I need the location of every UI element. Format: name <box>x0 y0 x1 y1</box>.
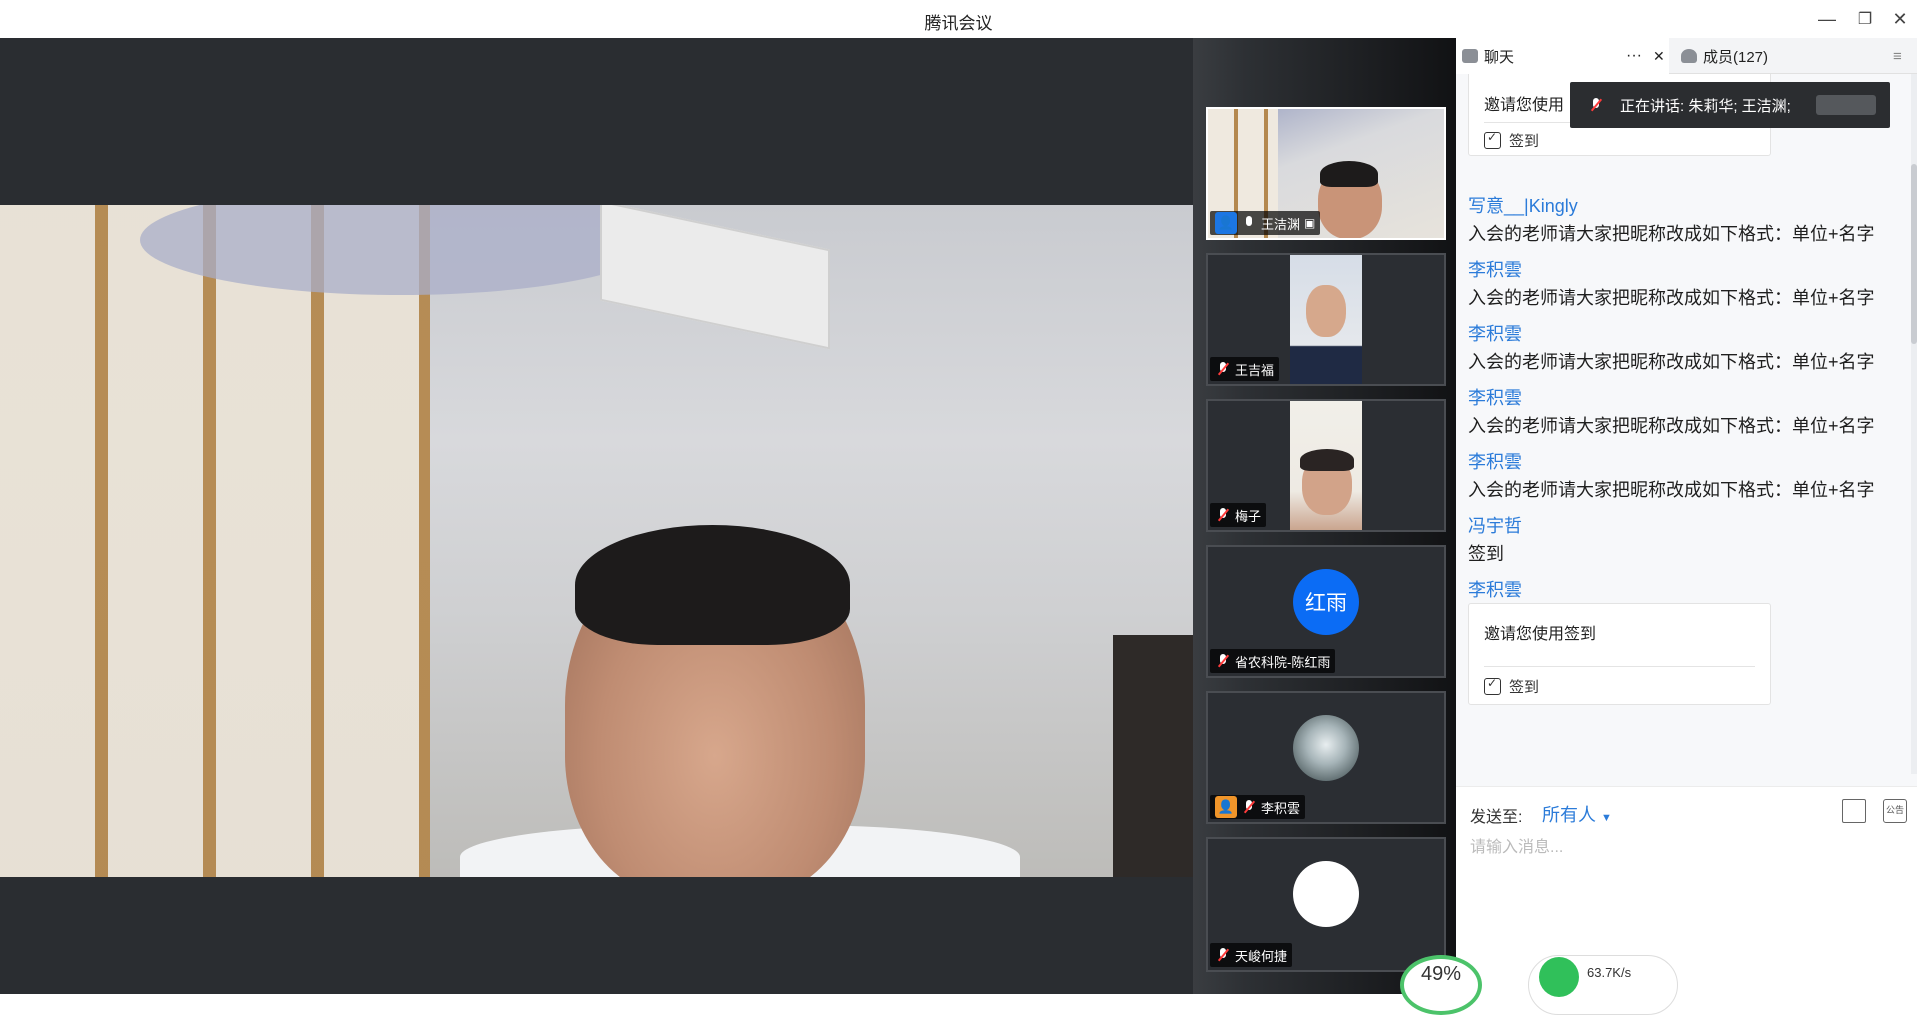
participant-name: 李积雲 <box>1261 800 1301 816</box>
scrollbar-thumb[interactable] <box>1911 164 1917 344</box>
mic-muted-icon <box>1215 653 1231 669</box>
participant-video <box>1290 401 1362 530</box>
message-text: 签到 <box>1468 544 1504 564</box>
cpu-value: 49% <box>1420 962 1462 985</box>
chevron-down-icon: ▼ <box>1601 812 1612 824</box>
participant-name: 省农科院-陈红雨 <box>1235 654 1331 670</box>
message-sender[interactable]: 李积雲 <box>1468 256 1522 282</box>
signin-label: 签到 <box>1509 133 1540 150</box>
participant-namebar: 👤 李积雲 <box>1210 795 1306 819</box>
chat-panel: 聊天 ··· ✕ 成员(127) ≡ 邀请您使用 签到 写意__|Kingly … <box>1456 38 1917 994</box>
recipient-dropdown[interactable]: 所有人 ▼ <box>1542 801 1612 827</box>
signin-button[interactable]: 签到 <box>1484 130 1539 151</box>
tab-members[interactable]: 成员(127) <box>1675 38 1888 74</box>
microphone-icon <box>1241 215 1257 231</box>
checkin-icon <box>1484 676 1501 695</box>
video-tile[interactable]: 红雨 省农科院-陈红雨 <box>1206 545 1446 678</box>
panel-tabs: 聊天 ··· ✕ 成员(127) ≡ <box>1456 38 1917 74</box>
screen-share-icon: ▣ <box>1304 216 1316 230</box>
message-sender[interactable]: 李积雲 <box>1468 576 1522 602</box>
video-tile[interactable]: 天峻何捷 <box>1206 837 1446 972</box>
video-tile[interactable]: 👤 王洁渊 ▣ <box>1206 107 1446 240</box>
cpu-gauge: 49% <box>1400 955 1482 1015</box>
message-composer: 发送至: 所有人 ▼ 公告 请输入消息... <box>1456 786 1917 994</box>
message-text: 入会的老师请大家把昵称改成如下格式：单位+名字 <box>1468 416 1875 436</box>
speaking-indicator: 正在讲话: 朱莉华; 王洁渊; <box>1570 82 1890 128</box>
members-icon <box>1681 49 1697 63</box>
signin-card: 邀请您使用签到 签到 <box>1468 603 1771 705</box>
message-text: 入会的老师请大家把昵称改成如下格式：单位+名字 <box>1468 352 1875 372</box>
tab-chat[interactable]: 聊天 ··· ✕ <box>1456 38 1669 74</box>
close-chat-icon[interactable]: ✕ <box>1653 48 1665 65</box>
participant-name: 王洁渊 <box>1261 216 1301 232</box>
mic-muted-icon <box>1588 97 1604 113</box>
chat-icon <box>1462 49 1478 63</box>
background-door <box>1113 635 1193 877</box>
mic-muted-icon <box>1215 361 1231 377</box>
window-title: 腾讯会议 <box>924 14 993 33</box>
more-icon[interactable]: ··· <box>1626 47 1642 65</box>
restore-icon[interactable]: ❐ <box>1848 4 1882 34</box>
host-icon: 👤 <box>1215 212 1237 234</box>
participant-namebar: 梅子 <box>1210 503 1267 527</box>
message-text: 入会的老师请大家把昵称改成如下格式：单位+名字 <box>1468 224 1875 244</box>
panel-menu-icon[interactable]: ≡ <box>1893 38 1917 74</box>
participant-namebar: 王吉福 <box>1210 357 1280 381</box>
message-text: 入会的老师请大家把昵称改成如下格式：单位+名字 <box>1468 288 1875 308</box>
mic-muted-icon <box>1215 947 1231 963</box>
minimize-icon[interactable]: — <box>1810 4 1844 34</box>
card-text: 邀请您使用 <box>1484 97 1565 114</box>
message-sender[interactable]: 李积雲 <box>1468 384 1522 410</box>
main-video-area[interactable] <box>0 38 1193 994</box>
mic-muted-icon <box>1215 507 1231 523</box>
background-wardrobe <box>0 205 430 877</box>
participant-avatar: 红雨 <box>1293 569 1359 635</box>
card-divider <box>1484 666 1755 667</box>
participant-video <box>1290 255 1362 384</box>
participant-namebar: 👤 王洁渊 ▣ <box>1210 211 1321 235</box>
host-icon: 👤 <box>1215 796 1237 818</box>
network-indicator: 63.7K/s <box>1528 955 1678 1015</box>
chat-scrollbar[interactable] <box>1911 74 1917 774</box>
send-to-label: 发送至: <box>1470 809 1523 826</box>
announcement-icon[interactable]: 公告 <box>1883 799 1907 823</box>
message-sender[interactable]: 李积雲 <box>1468 448 1522 474</box>
signin-button[interactable]: 签到 <box>1484 676 1539 697</box>
video-tile[interactable]: 梅子 <box>1206 399 1446 532</box>
card-text: 邀请您使用签到 <box>1484 626 1597 643</box>
speaker-hair <box>575 525 850 645</box>
tab-members-label: 成员(127) <box>1703 48 1769 66</box>
participant-avatar <box>1293 715 1359 781</box>
recipient-value: 所有人 <box>1542 805 1596 825</box>
participant-name: 天峻何捷 <box>1235 948 1288 964</box>
message-text: 入会的老师请大家把昵称改成如下格式：单位+名字 <box>1468 480 1875 500</box>
wifi-icon <box>1539 957 1579 997</box>
speaker-video <box>0 205 1193 877</box>
message-sender[interactable]: 写意__|Kingly <box>1468 192 1578 218</box>
speaking-text: 正在讲话: 朱莉华; 王洁渊; <box>1620 97 1791 115</box>
message-sender[interactable]: 冯宇哲 <box>1468 512 1522 538</box>
network-speed: 63.7K/s <box>1587 964 1632 980</box>
close-icon[interactable]: ✕ <box>1883 4 1917 34</box>
chat-message-list[interactable]: 邀请您使用 签到 写意__|Kingly 入会的老师请大家把昵称改成如下格式：单… <box>1456 74 1917 786</box>
tab-chat-label: 聊天 <box>1484 48 1515 66</box>
participant-avatar <box>1293 861 1359 927</box>
participant-name: 梅子 <box>1235 508 1262 524</box>
message-input[interactable]: 请输入消息... <box>1470 833 1563 857</box>
message-sender[interactable]: 李积雲 <box>1468 320 1522 346</box>
signin-label: 签到 <box>1509 679 1540 696</box>
ceiling-vent <box>600 205 830 350</box>
participant-namebar: 天峻何捷 <box>1210 943 1293 967</box>
video-tile[interactable]: 👤 李积雲 <box>1206 691 1446 824</box>
file-icon[interactable] <box>1842 799 1866 823</box>
participant-name: 王吉福 <box>1235 362 1275 378</box>
mic-muted-icon <box>1241 799 1257 815</box>
checkin-icon <box>1484 130 1501 149</box>
participant-namebar: 省农科院-陈红雨 <box>1210 649 1336 673</box>
blurred-names <box>1816 95 1876 115</box>
title-bar: 腾讯会议 — ❐ ✕ <box>0 0 1917 38</box>
video-tile[interactable]: 王吉福 <box>1206 253 1446 386</box>
